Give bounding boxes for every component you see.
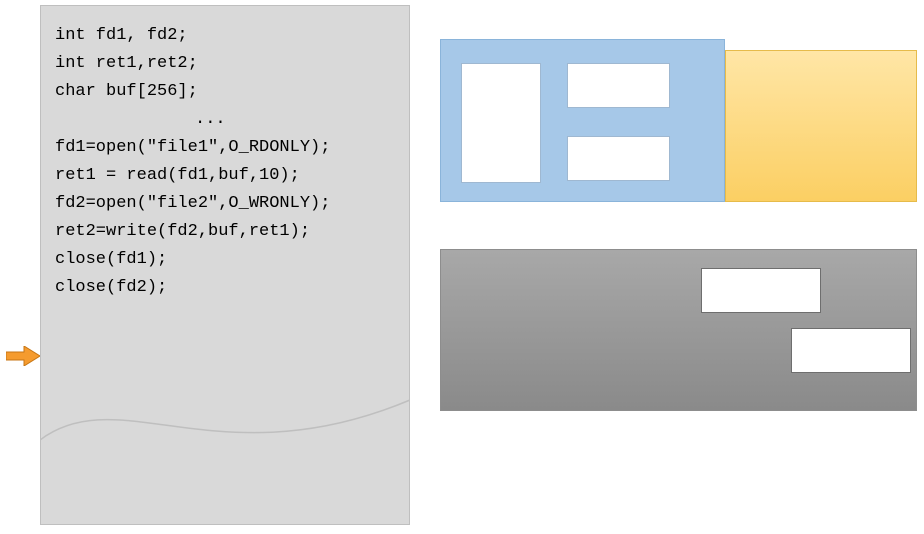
grey-slot-bottom xyxy=(791,328,911,373)
buffer-block-yellow xyxy=(725,50,917,202)
code-line-6: ret1 = read(fd1,buf,10); xyxy=(55,162,395,190)
code-line-2: int ret1,ret2; xyxy=(55,50,395,78)
code-line-8: fd2=open("file2",O_WRONLY); xyxy=(55,190,395,218)
blue-slot-top xyxy=(567,63,670,108)
code-line-12: close(fd2); xyxy=(55,274,395,302)
code-line-11: close(fd1); xyxy=(55,246,395,274)
blue-slot-left xyxy=(461,63,541,183)
execution-pointer-arrow xyxy=(6,346,40,366)
kernel-block-grey xyxy=(440,249,917,411)
code-line-3: char buf[256]; xyxy=(55,78,395,106)
code-line-9: ret2=write(fd2,buf,ret1); xyxy=(55,218,395,246)
code-line-1: int fd1, fd2; xyxy=(55,22,395,50)
code-panel: int fd1, fd2; int ret1,ret2; char buf[25… xyxy=(40,5,410,525)
code-line-4: ... xyxy=(55,106,395,134)
blue-slot-bottom xyxy=(567,136,670,181)
process-block-blue xyxy=(440,39,725,202)
code-line-5: fd1=open("file1",O_RDONLY); xyxy=(55,134,395,162)
arrow-right-icon xyxy=(6,346,40,366)
grey-slot-top xyxy=(701,268,821,313)
